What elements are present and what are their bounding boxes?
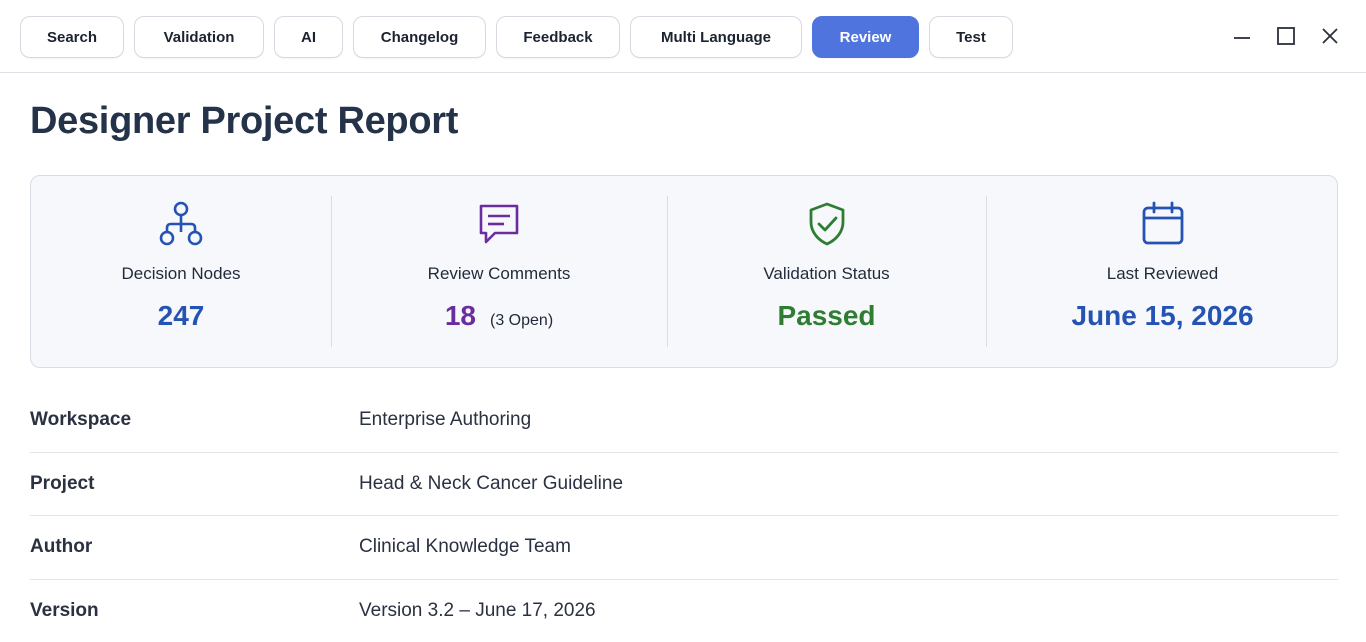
- tab-feedback[interactable]: Feedback: [496, 16, 620, 58]
- summary-stats-panel: Decision Nodes 247 Review Comments 18 (3…: [30, 175, 1338, 368]
- project-details-table: Workspace Enterprise Authoring Project H…: [30, 389, 1338, 642]
- stat-decision-nodes: Decision Nodes 247: [31, 176, 331, 369]
- detail-row-author: Author Clinical Knowledge Team: [30, 516, 1338, 580]
- hierarchy-icon: [157, 200, 205, 248]
- maximize-button[interactable]: [1274, 22, 1298, 50]
- detail-row-project: Project Head & Neck Cancer Guideline: [30, 453, 1338, 516]
- stat-review-comments: Review Comments 18 (3 Open): [331, 176, 667, 369]
- detail-value: Enterprise Authoring: [359, 409, 532, 431]
- top-toolbar: Search Validation AI Changelog Feedback …: [0, 0, 1366, 73]
- stat-label: Review Comments: [427, 264, 571, 283]
- close-button[interactable]: [1318, 22, 1342, 50]
- stat-value: 247: [157, 300, 205, 331]
- tab-validation[interactable]: Validation: [134, 16, 264, 58]
- stat-validation-status: Validation Status Passed: [667, 176, 986, 369]
- detail-key: Project: [30, 472, 95, 494]
- stat-label: Decision Nodes: [121, 264, 241, 283]
- tab-bar: Search Validation AI Changelog Feedback …: [20, 16, 1013, 58]
- stat-label: Last Reviewed: [1106, 264, 1219, 283]
- detail-row-version: Version Version 3.2 – June 17, 2026: [30, 580, 1338, 642]
- detail-key: Version: [30, 600, 99, 622]
- shield-check-icon: [803, 200, 851, 248]
- calendar-icon: [1139, 200, 1187, 248]
- stat-last-reviewed: Last Reviewed June 15, 2026: [986, 176, 1339, 369]
- maximize-icon: [1277, 27, 1295, 45]
- comment-icon: [475, 200, 523, 248]
- stat-value: 18 (3 Open): [444, 300, 554, 331]
- open-comments-count: (3 Open): [490, 312, 554, 329]
- tab-multi-language[interactable]: Multi Language: [630, 16, 802, 58]
- tab-changelog[interactable]: Changelog: [353, 16, 486, 58]
- detail-row-workspace: Workspace Enterprise Authoring: [30, 389, 1338, 453]
- minimize-icon: [1234, 37, 1250, 39]
- detail-value: Clinical Knowledge Team: [359, 536, 571, 558]
- detail-value: Version 3.2 – June 17, 2026: [359, 600, 596, 622]
- stat-value: Passed: [777, 300, 876, 331]
- tab-review[interactable]: Review: [812, 16, 919, 58]
- tab-ai[interactable]: AI: [274, 16, 343, 58]
- detail-value: Head & Neck Cancer Guideline: [359, 472, 624, 494]
- tab-search[interactable]: Search: [20, 16, 124, 58]
- minimize-button[interactable]: [1230, 22, 1254, 50]
- tab-test[interactable]: Test: [929, 16, 1013, 58]
- detail-key: Workspace: [30, 409, 132, 431]
- detail-key: Author: [30, 536, 93, 558]
- close-icon: [1322, 28, 1338, 44]
- page-title: Designer Project Report: [30, 100, 459, 142]
- stat-label: Validation Status: [763, 264, 890, 283]
- stat-value: June 15, 2026: [1071, 300, 1254, 331]
